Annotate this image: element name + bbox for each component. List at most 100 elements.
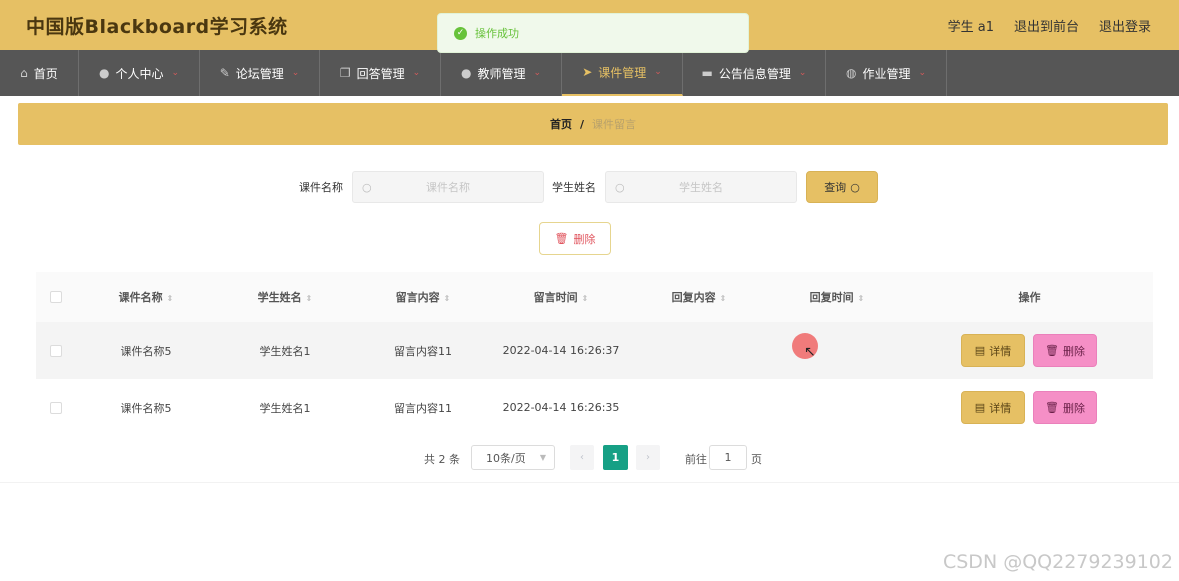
cell-student: 学生姓名1 [259, 344, 311, 358]
home-icon: ⌂ [20, 66, 28, 80]
select-all-checkbox[interactable] [50, 291, 62, 303]
trash-icon: 🗑 [1045, 401, 1059, 414]
page-suffix: 页 [751, 453, 762, 466]
batch-delete-button[interactable]: 🗑 删除 [539, 222, 611, 255]
breadcrumb-home[interactable]: 首页 [550, 116, 572, 132]
row-checkbox[interactable] [50, 401, 62, 414]
sort-icon: ⇕ [857, 294, 865, 303]
app-title: 中国版Blackboard学习系统 [26, 15, 288, 38]
cell-course: 课件名称5 [120, 344, 172, 358]
divider [0, 482, 1179, 483]
table-header: 课件名称 ⇕ 学生姓名 ⇕ 留言内容 ⇕ 留言时间 ⇕ 回复内容 ⇕ 回复时间 ⇕ 操作 [36, 272, 1153, 322]
query-button[interactable]: 查询 ○ [806, 171, 878, 203]
delete-button[interactable]: 🗑 删除 [1033, 334, 1097, 367]
globe-icon: ◍ [845, 66, 857, 80]
next-page-button[interactable]: › [636, 445, 660, 470]
breadcrumb-current: 课件留言 [592, 118, 637, 131]
row-actions: ▤ 详情 🗑 删除 [906, 391, 1153, 424]
trash-icon: 🗑 [1045, 344, 1059, 357]
main-nav: ⌂ 首页 ● 个人中心 ⌄ ✎ 论坛管理 ⌄ ❐ 回答管理 ⌄ ● 教师管理 ⌄… [0, 50, 1179, 96]
cell-content: 留言内容11 [394, 344, 452, 358]
chevron-down-icon: ⌄ [918, 68, 927, 78]
nav-item-answers[interactable]: ❐ 回答管理 ⌄ [320, 50, 441, 96]
nav-item-teachers[interactable]: ● 教师管理 ⌄ [441, 50, 562, 96]
exit-to-front-link[interactable]: 退出到前台 [1014, 16, 1079, 35]
nav-label: 论坛管理 [235, 66, 284, 81]
send-icon: ➤ [582, 65, 593, 79]
prev-page-button[interactable]: ‹ [570, 445, 594, 470]
nav-item-announcements[interactable]: ▬ 公告信息管理 ⌄ [683, 50, 826, 96]
goto-page-input[interactable] [709, 445, 747, 470]
search-icon: ○ [850, 180, 860, 194]
document-icon: ▤ [974, 344, 986, 357]
copy-icon: ❐ [339, 66, 351, 80]
delete-label: 删除 [573, 232, 596, 246]
table-row: 课件名称5 学生姓名1 留言内容11 2022-04-14 16:26:37 ▤… [36, 322, 1153, 379]
document-icon: ▤ [974, 401, 986, 414]
nav-item-courseware[interactable]: ➤ 课件管理 ⌄ [562, 50, 683, 96]
search-icon: ○ [615, 180, 625, 194]
column-header[interactable]: 课件名称 ⇕ [76, 289, 216, 305]
column-header[interactable]: 留言时间 ⇕ [492, 289, 630, 305]
row-checkbox[interactable] [50, 344, 62, 357]
chevron-down-icon: ⌄ [533, 68, 542, 78]
breadcrumb-separator: / [579, 117, 585, 131]
column-header[interactable]: 回复内容 ⇕ [630, 289, 768, 305]
pagination: 共 2 条 10条/页 ▼ ‹ 1 › 前往 页 [0, 445, 1179, 471]
chevron-right-icon: › [646, 452, 650, 463]
column-header: 操作 [1018, 291, 1041, 304]
detail-button[interactable]: ▤ 详情 [961, 391, 1025, 424]
nav-item-home[interactable]: ⌂ 首页 [0, 50, 79, 96]
cell-content: 留言内容11 [394, 401, 452, 415]
page-size-select[interactable]: 10条/页 ▼ [471, 445, 555, 470]
student-name-label: 学生姓名 [552, 181, 596, 194]
trash-icon: 🗑 [554, 232, 569, 245]
sort-icon: ⇕ [581, 294, 589, 303]
delete-button[interactable]: 🗑 删除 [1033, 391, 1097, 424]
nav-label: 公告信息管理 [718, 66, 791, 81]
toast-message: 操作成功 [475, 27, 519, 40]
column-header[interactable]: 留言内容 ⇕ [354, 289, 492, 305]
breadcrumb: 首页 / 课件留言 [18, 103, 1168, 145]
nav-label: 首页 [33, 66, 58, 81]
course-name-input[interactable] [353, 172, 543, 202]
cell-time: 2022-04-14 16:26:35 [502, 401, 620, 414]
search-icon: ○ [362, 180, 372, 194]
total-count: 共 2 条 [424, 453, 460, 466]
chevron-down-icon: ⌄ [798, 68, 807, 78]
success-toast: ✓ 操作成功 [437, 13, 749, 53]
cell-course: 课件名称5 [120, 401, 172, 415]
chat-icon: ▬ [701, 66, 713, 80]
column-header[interactable]: 学生姓名 ⇕ [216, 289, 354, 305]
sort-icon: ⇕ [166, 294, 174, 303]
student-name-input[interactable] [606, 172, 796, 202]
row-actions: ▤ 详情 🗑 删除 [906, 334, 1153, 367]
nav-item-forum[interactable]: ✎ 论坛管理 ⌄ [200, 50, 320, 96]
check-circle-icon: ✓ [454, 26, 467, 40]
nav-item-homework[interactable]: ◍ 作业管理 ⌄ [826, 50, 947, 96]
page-number-current[interactable]: 1 [603, 445, 628, 470]
cell-student: 学生姓名1 [259, 401, 311, 415]
detail-button[interactable]: ▤ 详情 [961, 334, 1025, 367]
chevron-down-icon: ⌄ [291, 68, 300, 78]
sort-icon: ⇕ [719, 294, 727, 303]
chevron-down-icon: ⌄ [171, 68, 180, 78]
nav-label: 个人中心 [115, 66, 164, 81]
course-name-input-wrap: ○ [352, 171, 544, 203]
course-name-label: 课件名称 [299, 181, 343, 194]
logout-link[interactable]: 退出登录 [1099, 16, 1151, 35]
nav-item-personal-center[interactable]: ● 个人中心 ⌄ [79, 50, 200, 96]
cell-time: 2022-04-14 16:26:37 [502, 344, 620, 357]
column-header[interactable]: 回复时间 ⇕ [768, 289, 906, 305]
goto-label: 前往 [685, 453, 707, 466]
header-links: 学生 a1 退出到前台 退出登录 [948, 16, 1151, 35]
table-row: 课件名称5 学生姓名1 留言内容11 2022-04-14 16:26:35 ▤… [36, 379, 1153, 436]
query-label: 查询 [824, 181, 847, 194]
forum-icon: ✎ [219, 66, 230, 80]
mouse-cursor-icon: ↖ [804, 344, 816, 360]
chevron-down-icon: ▼ [539, 453, 546, 462]
chevron-down-icon: ⌄ [654, 67, 662, 77]
search-bar: 课件名称 ○ 学生姓名 ○ 查询 ○ [0, 171, 1179, 203]
chevron-down-icon: ⌄ [412, 68, 421, 78]
user-icon: ● [460, 66, 472, 80]
